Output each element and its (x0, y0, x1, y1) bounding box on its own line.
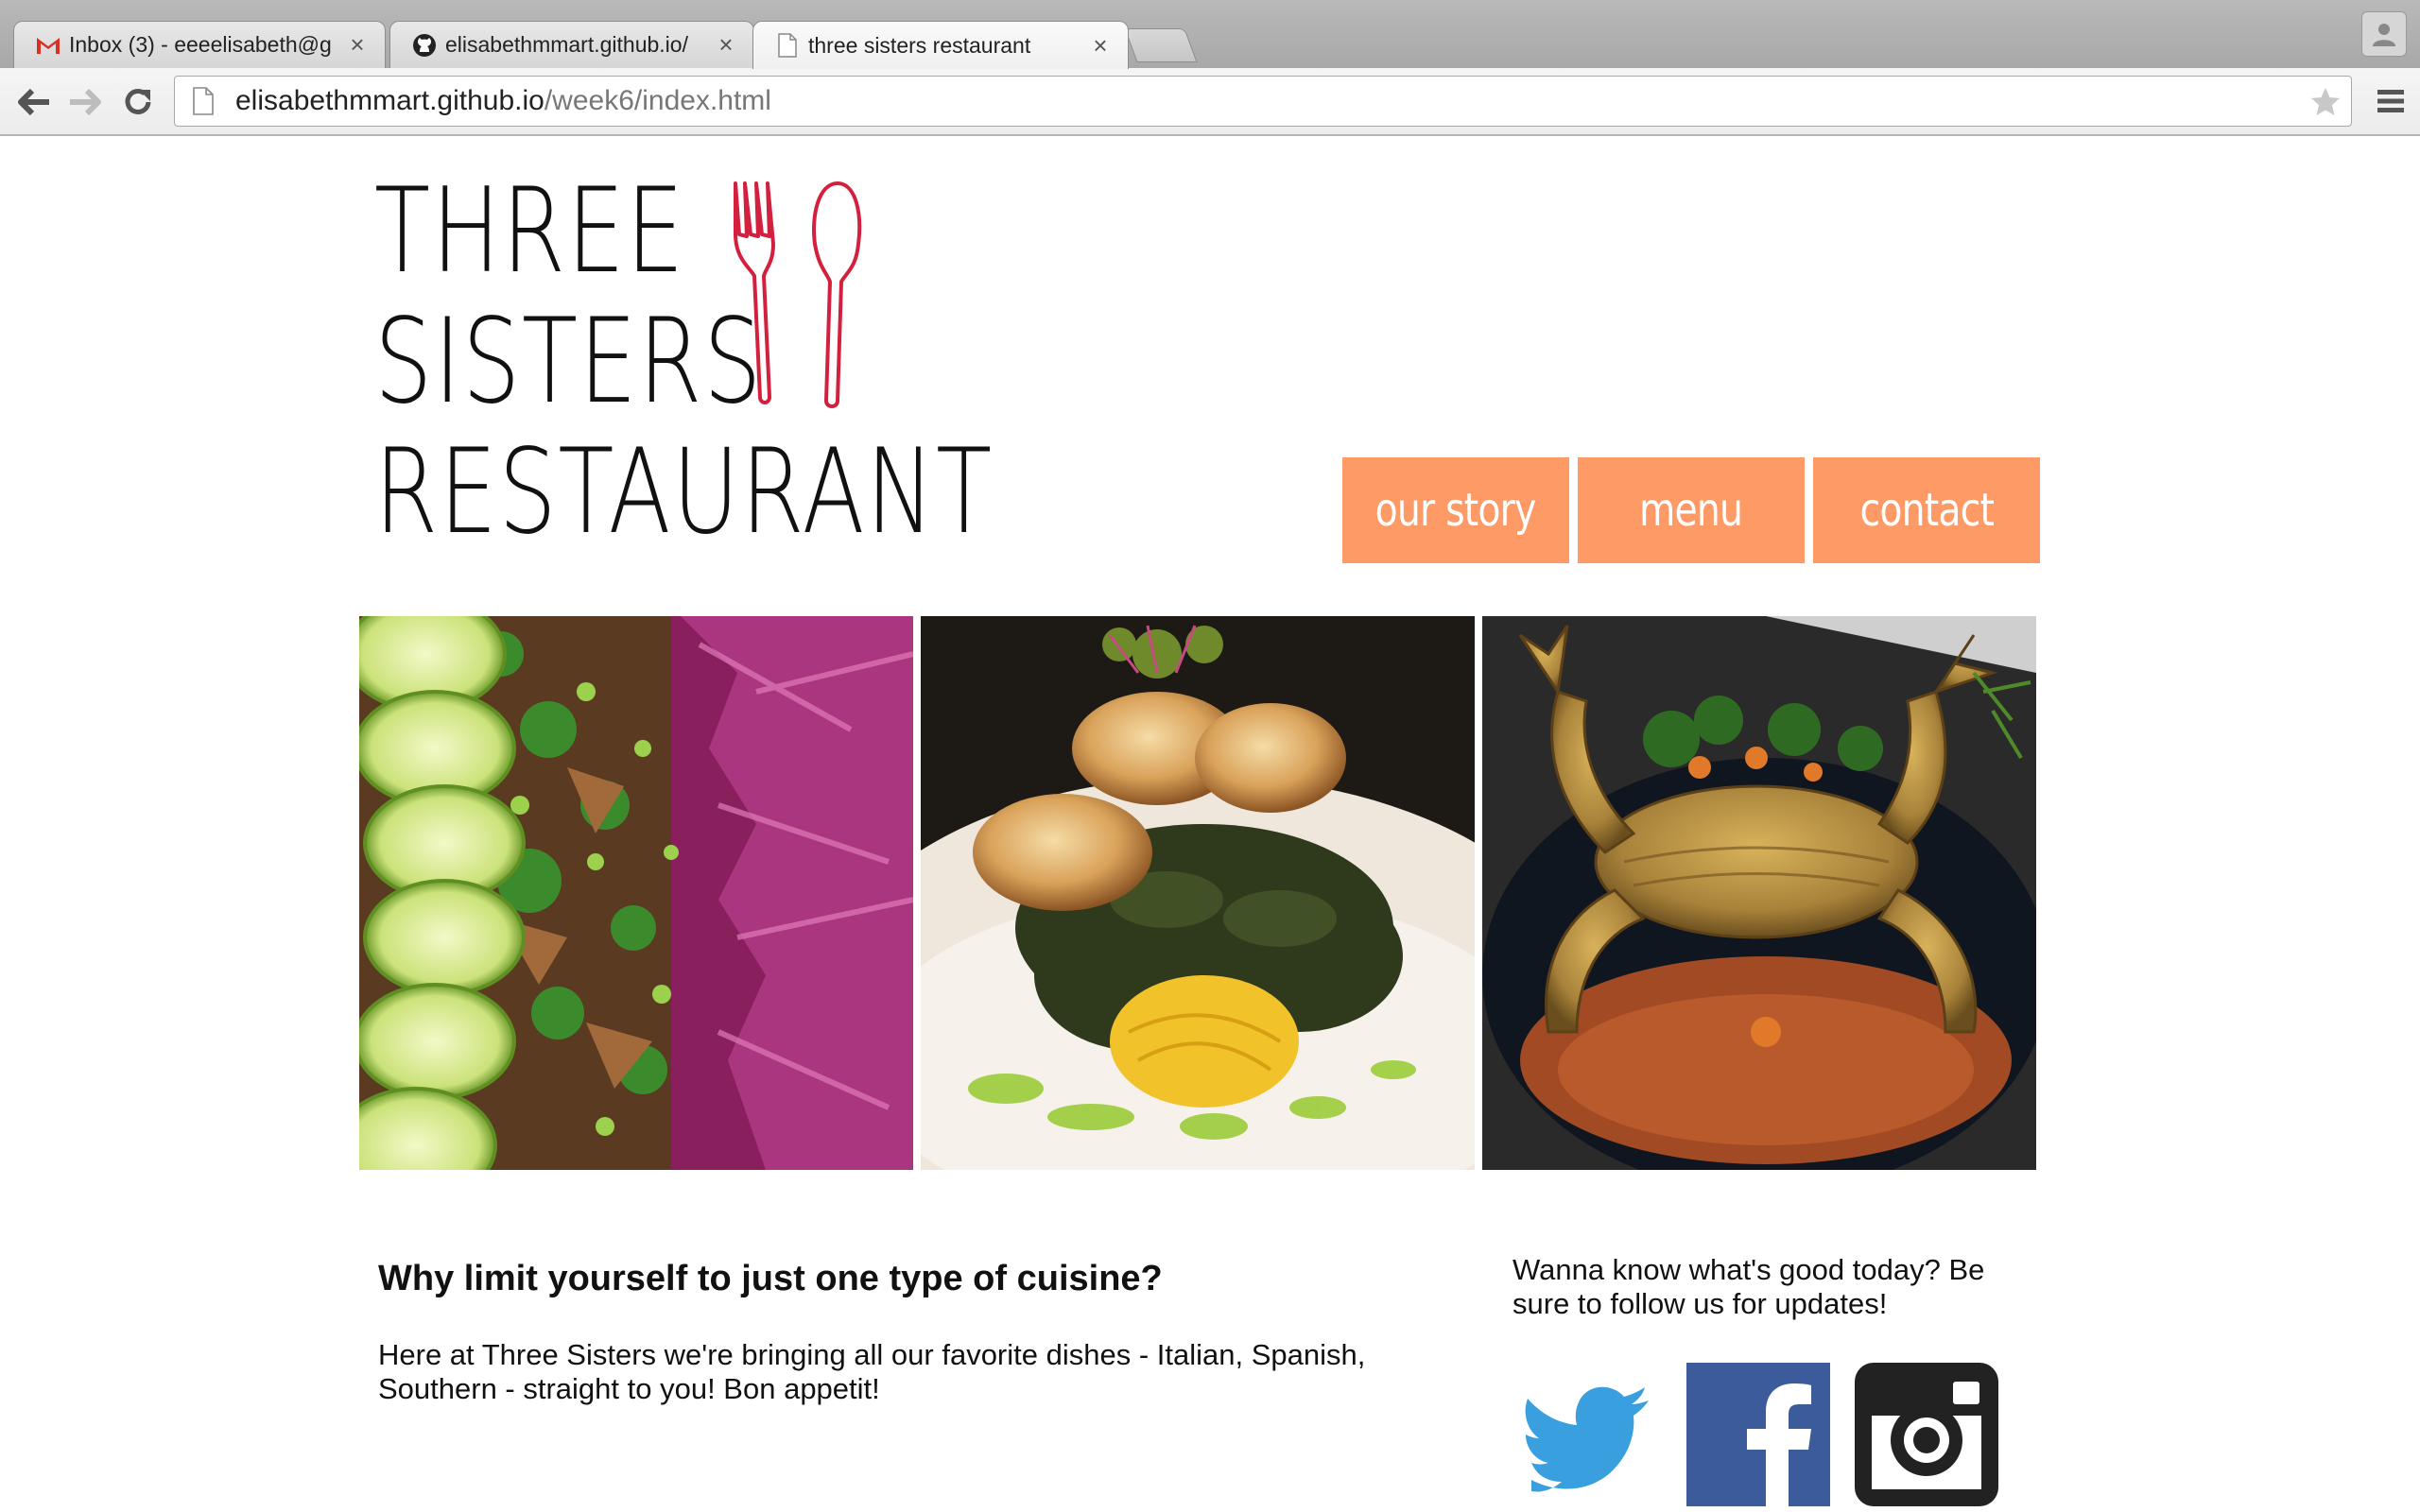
bookmark-star-icon[interactable] (2309, 86, 2342, 118)
tab-gmail[interactable]: Inbox (3) - eeeelisabeth@g × (13, 21, 386, 68)
twitter-icon[interactable] (1518, 1363, 1662, 1506)
address-bar[interactable]: elisabethmmart.github.io/week6/index.htm… (174, 76, 2352, 127)
nav-label: menu (1639, 484, 1743, 537)
tab-label: elisabethmmart.github.io/ (445, 32, 688, 57)
back-icon[interactable] (13, 81, 55, 123)
tab-three-sisters[interactable]: three sisters restaurant × (752, 21, 1129, 69)
reload-icon[interactable] (117, 81, 159, 123)
forward-icon[interactable] (64, 81, 106, 123)
main-nav: our story menu contact (1342, 457, 2040, 563)
nav-contact[interactable]: contact (1813, 457, 2040, 563)
logo-line: SISTERS (374, 294, 764, 430)
chrome-menu-icon[interactable] (2375, 85, 2407, 117)
github-icon (411, 32, 438, 59)
logo-line: THREE (374, 163, 686, 300)
close-tab-icon[interactable]: × (1088, 31, 1113, 60)
nav-our-story[interactable]: our story (1342, 457, 1569, 563)
intro-heading: Why limit yourself to just one type of c… (378, 1259, 1163, 1298)
url-host: elisabethmmart.github.io (235, 85, 544, 116)
url-path: /week6/index.html (544, 85, 771, 116)
tab-github[interactable]: elisabethmmart.github.io/ × (389, 21, 754, 68)
fork-spoon-icon (734, 181, 862, 408)
logo-line: RESTAURANT (374, 424, 994, 560)
follow-text: Wanna know what's good today? Be sure to… (1512, 1253, 1985, 1320)
web-page: THREE SISTERS RESTAURANT our story menu … (0, 138, 2420, 1512)
logo-text: THREE SISTERS RESTAURANT (374, 166, 994, 558)
scallops-photo (921, 616, 1475, 1170)
nav-menu[interactable]: menu (1578, 457, 1805, 563)
instagram-icon[interactable] (1855, 1363, 1998, 1506)
nav-label: contact (1859, 484, 1994, 537)
salad-photo (359, 616, 913, 1170)
site-logo[interactable]: THREE SISTERS RESTAURANT (374, 166, 992, 578)
tab-label: Inbox (3) - eeeelisabeth@g (69, 32, 332, 57)
page-icon (774, 32, 801, 59)
close-tab-icon[interactable]: × (714, 30, 738, 60)
close-tab-icon[interactable]: × (345, 30, 370, 60)
soft-shell-crab-photo (1482, 616, 2036, 1170)
intro-text: Here at Three Sisters we're bringing all… (378, 1338, 1366, 1405)
gmail-icon (35, 32, 61, 59)
profile-icon[interactable] (2361, 11, 2407, 57)
nav-label: our story (1375, 484, 1537, 537)
social-links (1518, 1363, 1998, 1506)
new-tab-button[interactable] (1124, 28, 1198, 62)
page-icon (184, 87, 222, 115)
browser-tab-strip: Inbox (3) - eeeelisabeth@g × elisabethmm… (0, 0, 2420, 69)
facebook-icon[interactable] (1686, 1363, 1830, 1506)
tab-label: three sisters restaurant (808, 32, 1031, 58)
browser-toolbar: elisabethmmart.github.io/week6/index.htm… (0, 68, 2420, 136)
photo-gallery (359, 616, 2036, 1170)
